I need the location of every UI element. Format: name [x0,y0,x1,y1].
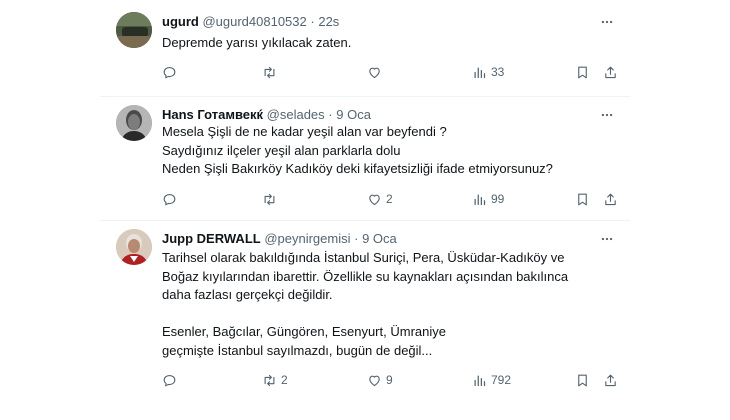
bookmark-icon [578,193,587,205]
like-icon [369,375,380,386]
like-count: 2 [386,192,393,206]
share-icon [605,374,616,386]
views-icon [474,375,486,386]
bookmark-button[interactable] [575,190,590,208]
reply-button[interactable] [162,371,181,389]
user-handle[interactable]: @ugurd40810532 [202,14,306,29]
retweet-icon [264,66,275,78]
bookmark-icon [578,374,587,386]
views-icon [474,194,486,205]
reply-button[interactable] [162,63,181,81]
tweet-actions: 2 99 [162,190,617,208]
retweet-button[interactable] [262,190,281,208]
retweet-count: 2 [281,373,288,387]
views-icon [474,67,486,78]
separator-dot: · [328,107,333,122]
user-handle[interactable]: @peynirgemisi [264,231,350,246]
like-button[interactable] [367,63,386,81]
view-count: 792 [491,373,512,387]
retweet-button[interactable] [262,63,281,81]
views-button[interactable]: 33 [472,63,504,81]
tweet[interactable]: ugurd @ugurd40810532 · 22s Depremde yarı… [100,0,630,96]
view-count: 33 [491,65,505,79]
tweet-text: Mesela Şişli de ne kadar yeşil alan var … [162,123,617,179]
bookmark-icon [578,66,587,78]
tweet-text-line: Esenler, Bağcılar, Güngören, Esenyurt, Ü… [162,324,446,339]
tweet-text-line [162,305,617,324]
tweet-text-line: Saydığınız ilçeler yeşil alan parklarla … [162,142,401,158]
timestamp[interactable]: 9 Oca [362,231,397,246]
tweet-header: Jupp DERWALL @peynirgemisi · 9 Oca [162,230,397,248]
tweet-text-line: Depremde yarısı yıkılacak zaten. [162,35,352,50]
avatar[interactable] [116,229,152,265]
retweet-button[interactable]: 2 [262,371,288,389]
reply-button[interactable] [162,190,181,208]
tweet-actions: 33 [162,63,617,81]
bookmark-button[interactable] [575,63,590,81]
view-count: 99 [491,192,505,206]
retweet-icon [264,374,275,386]
views-button[interactable]: 99 [472,190,504,208]
bookmark-button[interactable] [575,371,590,389]
tweet[interactable]: Hans Готамвекќ @selades · 9 Oca Mesela Ş… [100,97,630,220]
more-icon[interactable] [598,106,616,124]
tweet[interactable]: Jupp DERWALL @peynirgemisi · 9 Oca Tarih… [100,221,630,420]
tweet-actions: 2 9 792 [162,371,617,389]
like-button[interactable]: 9 [367,371,393,389]
user-handle[interactable]: @selades [267,107,325,122]
separator-dot: · [354,231,359,246]
share-button[interactable] [603,63,618,81]
share-icon [605,193,616,205]
more-icon[interactable] [598,13,616,31]
share-icon [605,66,616,78]
tweet-text-line: Boğaz kıyılarından ibarettir. Özellikle … [162,268,569,284]
tweet-text-line: geçmişte İstanbul sayılmazdı, bugün de d… [162,342,433,358]
tweet-text: Tarihsel olarak bakıldığında İstanbul Su… [162,249,617,360]
share-button[interactable] [603,190,618,208]
display-name[interactable]: ugurd [162,14,199,29]
tweet-header: ugurd @ugurd40810532 · 22s [162,13,339,31]
tweet-text-line: Neden Şişli Bakırköy Kadıköy deki kifaye… [162,161,553,176]
tweet-text-line: Mesela Şişli de ne kadar yeşil alan var … [162,124,447,139]
like-count: 9 [386,373,393,387]
separator-dot: · [310,14,315,29]
tweet-header: Hans Готамвекќ @selades · 9 Oca [162,106,371,124]
tweet-text-line: daha fazlası gerçekçi değildir. [162,287,333,302]
tweet-feed: ugurd @ugurd40810532 · 22s Depremde yarı… [100,0,630,420]
share-button[interactable] [603,371,618,389]
avatar[interactable] [116,12,152,48]
like-button[interactable]: 2 [367,190,393,208]
views-button[interactable]: 792 [472,371,511,389]
avatar[interactable] [116,105,152,141]
retweet-icon [264,193,275,205]
display-name[interactable]: Hans Готамвекќ [162,107,263,122]
tweet-text: Depremde yarısı yıkılacak zaten. [162,34,617,53]
more-icon[interactable] [598,230,616,248]
reply-icon [163,193,176,205]
like-icon [369,67,380,78]
tweet-text-line: Tarihsel olarak bakıldığında İstanbul Su… [162,250,565,265]
reply-icon [163,66,176,78]
timestamp[interactable]: 9 Oca [336,107,371,122]
display-name[interactable]: Jupp DERWALL [162,231,261,246]
timestamp[interactable]: 22s [318,14,339,29]
like-icon [369,194,380,205]
reply-icon [163,374,176,386]
